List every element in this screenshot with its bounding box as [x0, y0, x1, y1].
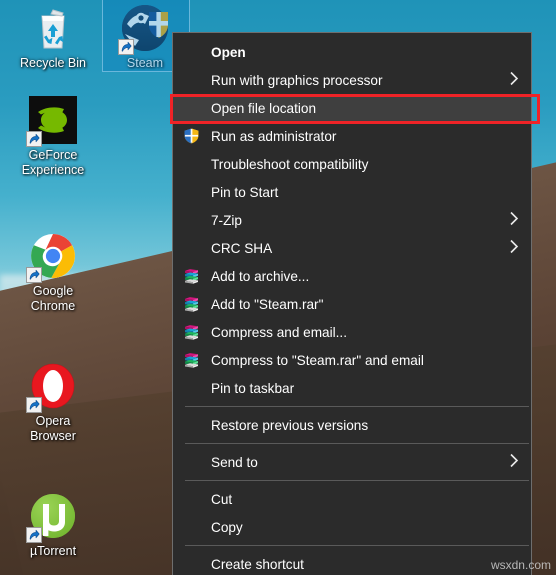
menu-item-label: Open file location	[211, 100, 317, 116]
menu-item-label: Add to "Steam.rar"	[211, 296, 324, 312]
menu-item-create-shortcut[interactable]: Create shortcut	[173, 550, 531, 575]
desktop-icon-google-chrome[interactable]: Google Chrome	[6, 232, 100, 314]
menu-separator	[185, 406, 529, 407]
desktop-icon-recycle-bin[interactable]: Recycle Bin	[6, 4, 100, 71]
google-chrome-icon	[26, 232, 77, 283]
menu-separator	[185, 545, 529, 546]
menu-item-run-with-graphics-processor[interactable]: Run with graphics processor	[173, 66, 531, 94]
uac-shield-icon	[183, 128, 200, 145]
menu-item-label: Open	[211, 44, 246, 60]
menu-item-send-to[interactable]: Send to	[173, 448, 531, 476]
watermark: wsxdn.com	[490, 558, 551, 572]
desktop-icon-label: Google Chrome	[30, 284, 76, 313]
menu-item-label: 7-Zip	[211, 212, 242, 228]
menu-item-label: Pin to taskbar	[211, 380, 295, 396]
menu-item-label: CRC SHA	[211, 240, 273, 256]
winrar-icon	[183, 324, 200, 341]
menu-item-label: Troubleshoot compatibility	[211, 156, 369, 172]
menu-item-label: Run as administrator	[211, 128, 337, 144]
shortcut-arrow-icon	[26, 267, 42, 283]
chevron-right-icon	[509, 211, 519, 230]
chevron-right-icon	[509, 453, 519, 472]
recycle-bin-icon	[29, 4, 77, 52]
menu-item-label: Restore previous versions	[211, 417, 369, 433]
winrar-icon	[183, 296, 200, 313]
utorrent-icon	[26, 492, 77, 543]
desktop-icon-label: GeForce Experience	[21, 148, 85, 177]
menu-item-troubleshoot-compatibility[interactable]: Troubleshoot compatibility	[173, 150, 531, 178]
menu-item-copy[interactable]: Copy	[173, 513, 531, 541]
menu-item-label: Create shortcut	[211, 556, 304, 572]
geforce-experience-icon	[26, 96, 77, 147]
menu-item-open-file-location[interactable]: Open file location	[173, 94, 531, 122]
menu-item-cut[interactable]: Cut	[173, 485, 531, 513]
desktop-icon-label: Opera Browser	[30, 414, 76, 443]
steam-icon	[102, 0, 190, 72]
menu-item-label: Compress and email...	[211, 324, 347, 340]
menu-item-add-to-archive[interactable]: Add to archive...	[173, 262, 531, 290]
shortcut-arrow-icon	[118, 39, 134, 55]
opera-browser-icon	[26, 362, 77, 413]
menu-item-restore-previous-versions[interactable]: Restore previous versions	[173, 411, 531, 439]
shortcut-arrow-icon	[26, 397, 42, 413]
menu-item-label: Cut	[211, 491, 233, 507]
menu-separator	[185, 480, 529, 481]
desktop-icon-utorrent[interactable]: µTorrent	[6, 492, 100, 559]
chevron-right-icon	[509, 71, 519, 90]
menu-item-label: Pin to Start	[211, 184, 279, 200]
menu-item-crc-sha[interactable]: CRC SHA	[173, 234, 531, 262]
menu-item-label: Add to archive...	[211, 268, 310, 284]
menu-item-compress-and-email[interactable]: Compress and email...	[173, 318, 531, 346]
menu-item-open[interactable]: Open	[173, 38, 531, 66]
menu-item-pin-to-taskbar[interactable]: Pin to taskbar	[173, 374, 531, 402]
menu-item-pin-to-start[interactable]: Pin to Start	[173, 178, 531, 206]
desktop-icon-geforce-experience[interactable]: GeForce Experience	[6, 96, 100, 178]
desktop[interactable]: Recycle Bin Steam GeForce Experience Goo…	[0, 0, 556, 575]
menu-item-label: Run with graphics processor	[211, 72, 383, 88]
shortcut-arrow-icon	[26, 527, 42, 543]
shortcut-arrow-icon	[26, 131, 42, 147]
menu-item-label: Copy	[211, 519, 243, 535]
winrar-icon	[183, 352, 200, 369]
menu-item-label: Compress to "Steam.rar" and email	[211, 352, 424, 368]
chevron-right-icon	[509, 239, 519, 258]
menu-item-7-zip[interactable]: 7-Zip	[173, 206, 531, 234]
menu-item-run-as-administrator[interactable]: Run as administrator	[173, 122, 531, 150]
desktop-icon-opera-browser[interactable]: Opera Browser	[6, 362, 100, 444]
menu-item-label: Send to	[211, 454, 258, 470]
desktop-icon-label: Recycle Bin	[20, 56, 86, 70]
menu-item-add-to-steam-rar[interactable]: Add to "Steam.rar"	[173, 290, 531, 318]
menu-separator	[185, 443, 529, 444]
context-menu[interactable]: Open Run with graphics processor Open file…	[172, 32, 532, 575]
desktop-icon-label: µTorrent	[29, 544, 77, 558]
winrar-icon	[183, 268, 200, 285]
menu-item-compress-to-steam-rar-and-email[interactable]: Compress to "Steam.rar" and email	[173, 346, 531, 374]
